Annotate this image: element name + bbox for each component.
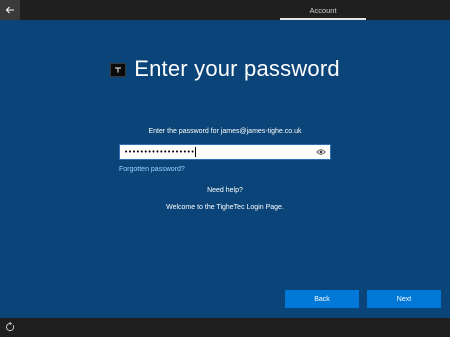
eye-icon: [316, 149, 326, 155]
welcome-text: Welcome to the TigheTec Login Page.: [166, 204, 284, 211]
reveal-password-button[interactable]: [315, 147, 327, 157]
password-prompt: Enter the password for james@james-tighe…: [148, 128, 302, 135]
password-value: ••••••••••••••••••: [124, 148, 195, 156]
arrow-left-icon: [5, 6, 14, 14]
password-field[interactable]: ••••••••••••••••••: [119, 144, 331, 160]
tab-account[interactable]: Account: [280, 0, 366, 20]
login-screen: Account Enter your password Enter the pa…: [0, 0, 450, 337]
need-help-text: Need help?: [207, 187, 243, 194]
text-caret: [195, 147, 197, 157]
tab-active-indicator: [280, 18, 366, 20]
ease-of-access-icon[interactable]: [4, 321, 16, 333]
title-row: Enter your password: [0, 56, 450, 82]
top-bar: Account: [0, 0, 450, 20]
bottom-bar: [0, 318, 450, 337]
back-button[interactable]: Back: [285, 290, 359, 308]
page-title: Enter your password: [134, 56, 340, 81]
back-arrow-button[interactable]: [0, 0, 20, 20]
next-button[interactable]: Next: [367, 290, 441, 308]
tighetec-logo-icon: [110, 63, 127, 77]
forgot-password-link[interactable]: Forgotten password?: [119, 166, 185, 173]
